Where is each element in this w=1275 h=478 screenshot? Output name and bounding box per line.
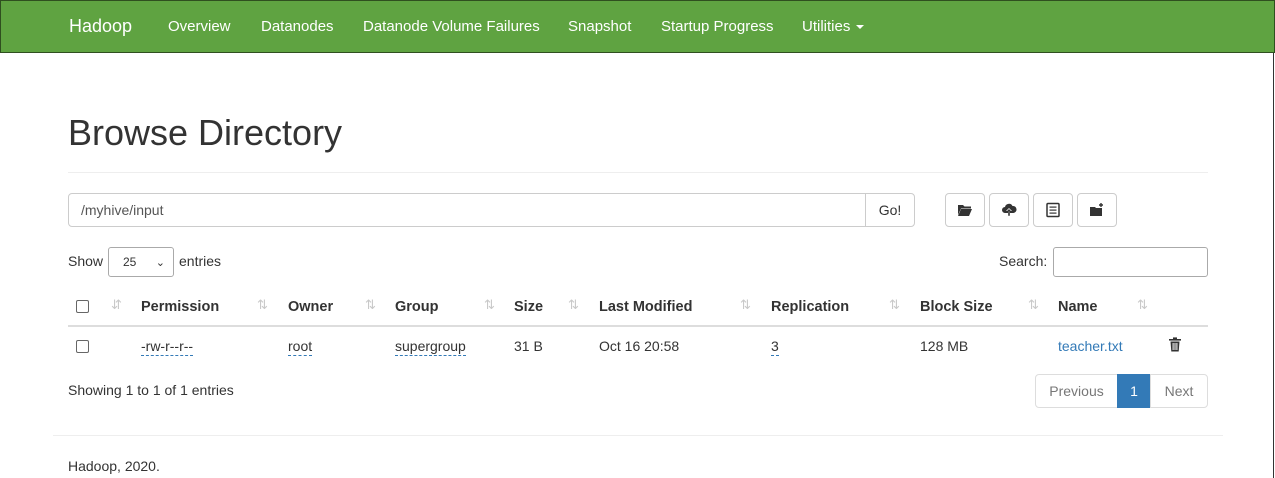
file-name-link[interactable]: teacher.txt [1058,338,1123,354]
size-cell: 31 B [514,338,543,354]
row-checkbox[interactable] [76,340,89,353]
create-directory-button[interactable] [1077,193,1117,227]
upload-button[interactable] [989,193,1029,227]
page-title: Browse Directory [68,112,343,153]
sort-icon[interactable]: ⇅ [1028,297,1039,313]
column-header-permission[interactable]: Permission [141,299,219,315]
sort-icon[interactable]: ⇅ [889,297,900,313]
column-header-group[interactable]: Group [395,299,439,315]
previous-page-button[interactable]: Previous [1035,374,1118,408]
last-modified-cell: Oct 16 20:58 [599,338,680,354]
permission-cell[interactable]: -rw-r--r-- [141,338,194,356]
entries-label: entries [179,253,222,269]
select-all-checkbox[interactable] [76,300,89,313]
sort-icon[interactable]: ⇅ [740,297,751,313]
column-header-block-size[interactable]: Block Size [920,299,993,315]
nav-utilities-dropdown[interactable]: Utilities [802,18,865,35]
pagination-info: Showing 1 to 1 of 1 entries [68,382,234,398]
group-cell[interactable]: supergroup [395,338,466,356]
window-edge [1273,53,1274,478]
sort-icon[interactable]: ⇅ [1137,297,1148,313]
chevron-down-icon: ⌄ [155,257,165,269]
footer-text: Hadoop, 2020. [68,458,160,474]
list-alt-icon [1046,202,1060,218]
cloud-upload-icon [1002,203,1017,216]
footer-divider [53,435,1223,436]
navbar: Hadoop Overview Datanodes Datanode Volum… [0,0,1275,53]
sort-icon[interactable]: ⇅ [365,297,376,313]
entries-select-value: 25 [123,255,137,269]
search-label: Search: [999,253,1048,269]
sort-icon[interactable]: ⇵ [111,297,122,313]
block-size-cell: 128 MB [920,338,969,354]
folder-new-icon [1090,203,1103,216]
caret-down-icon [856,25,865,30]
column-header-replication[interactable]: Replication [771,299,849,315]
current-page-button[interactable]: 1 [1117,374,1151,408]
owner-cell[interactable]: root [288,338,313,356]
sort-icon[interactable]: ⇅ [257,297,268,313]
table-header-divider [68,325,1208,327]
column-header-size[interactable]: Size [514,299,543,315]
nav-utilities-label: Utilities [802,18,851,35]
entries-per-page-select[interactable]: 25 ⌄ [108,247,174,277]
nav-startup-progress[interactable]: Startup Progress [661,18,774,35]
folder-open-icon [958,205,972,216]
trash-icon[interactable] [1168,337,1182,352]
open-folder-button[interactable] [945,193,985,227]
nav-datanode-volume-failures[interactable]: Datanode Volume Failures [363,18,540,35]
show-label: Show [68,253,104,269]
replication-cell[interactable]: 3 [771,338,779,356]
directory-path-input[interactable] [68,193,866,227]
sort-icon[interactable]: ⇅ [568,297,579,313]
divider [68,172,1208,173]
column-header-last-modified[interactable]: Last Modified [599,299,692,315]
brand-link[interactable]: Hadoop [69,16,132,37]
sort-icon[interactable]: ⇅ [484,297,495,313]
nav-overview[interactable]: Overview [168,18,231,35]
column-header-name[interactable]: Name [1058,299,1098,315]
go-button[interactable]: Go! [865,193,915,227]
nav-datanodes[interactable]: Datanodes [261,18,334,35]
view-list-button[interactable] [1033,193,1073,227]
next-page-button[interactable]: Next [1150,374,1208,408]
search-input[interactable] [1053,247,1208,277]
column-header-owner[interactable]: Owner [288,299,333,315]
nav-snapshot[interactable]: Snapshot [568,18,631,35]
